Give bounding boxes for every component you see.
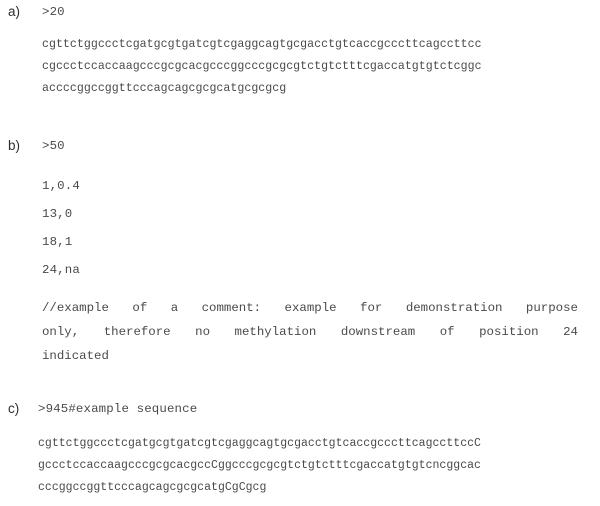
part-b-body: >50 1,0.4 13,0 18,1 24,na //example of a… xyxy=(42,136,582,368)
part-label-c: c) xyxy=(8,401,20,416)
part-a-body: >20 cgttctggccctcgatgcgtgatcgtcgaggcagtg… xyxy=(42,2,582,100)
part-b-data-line-1: 1,0.4 xyxy=(42,179,80,193)
part-b-comment: //example of a comment: example for demo… xyxy=(42,296,578,368)
part-c-sequence-line-3: cccggccggttcccagcagcgcgcatgCgCgcg xyxy=(38,481,267,494)
figure-page: a) >20 cgttctggccctcgatgcgtgatcgtcgaggca… xyxy=(0,0,600,506)
part-c-sequence-line-2: gccctccaccaagcccgcgcacgccCggcccgcgcgtctg… xyxy=(38,459,481,472)
part-c-sequence-line-1: cgttctggccctcgatgcgtgatcgtcgaggcagtgcgac… xyxy=(38,437,481,450)
part-a-sequence-line-3: accccggccggttcccagcagcgcgcatgcgcgcg xyxy=(42,82,287,95)
part-a-sequence-line-2: cgccctccaccaagcccgcgcacgcccggcccgcgcgtct… xyxy=(42,60,482,73)
part-b-data-line-3: 18,1 xyxy=(42,235,73,249)
part-c-header: >945#example sequence xyxy=(38,402,198,416)
part-c-body: >945#example sequence cgttctggccctcgatgc… xyxy=(38,399,578,499)
part-b-data-line-4: 24,na xyxy=(42,263,80,277)
part-b-comment-line-1: //example of a comment: example for demo… xyxy=(42,301,578,315)
part-b-comment-line-2: only, therefore no methylation downstrea… xyxy=(42,325,578,339)
part-a-sequence-line-1: cgttctggccctcgatgcgtgatcgtcgaggcagtgcgac… xyxy=(42,38,482,51)
part-label-b: b) xyxy=(8,138,21,153)
part-b-comment-line-3: indicated xyxy=(42,349,109,363)
part-b-data-line-2: 13,0 xyxy=(42,207,73,221)
part-a-header: >20 xyxy=(42,5,65,19)
part-label-a: a) xyxy=(8,4,21,19)
part-b-header: >50 xyxy=(42,139,65,153)
